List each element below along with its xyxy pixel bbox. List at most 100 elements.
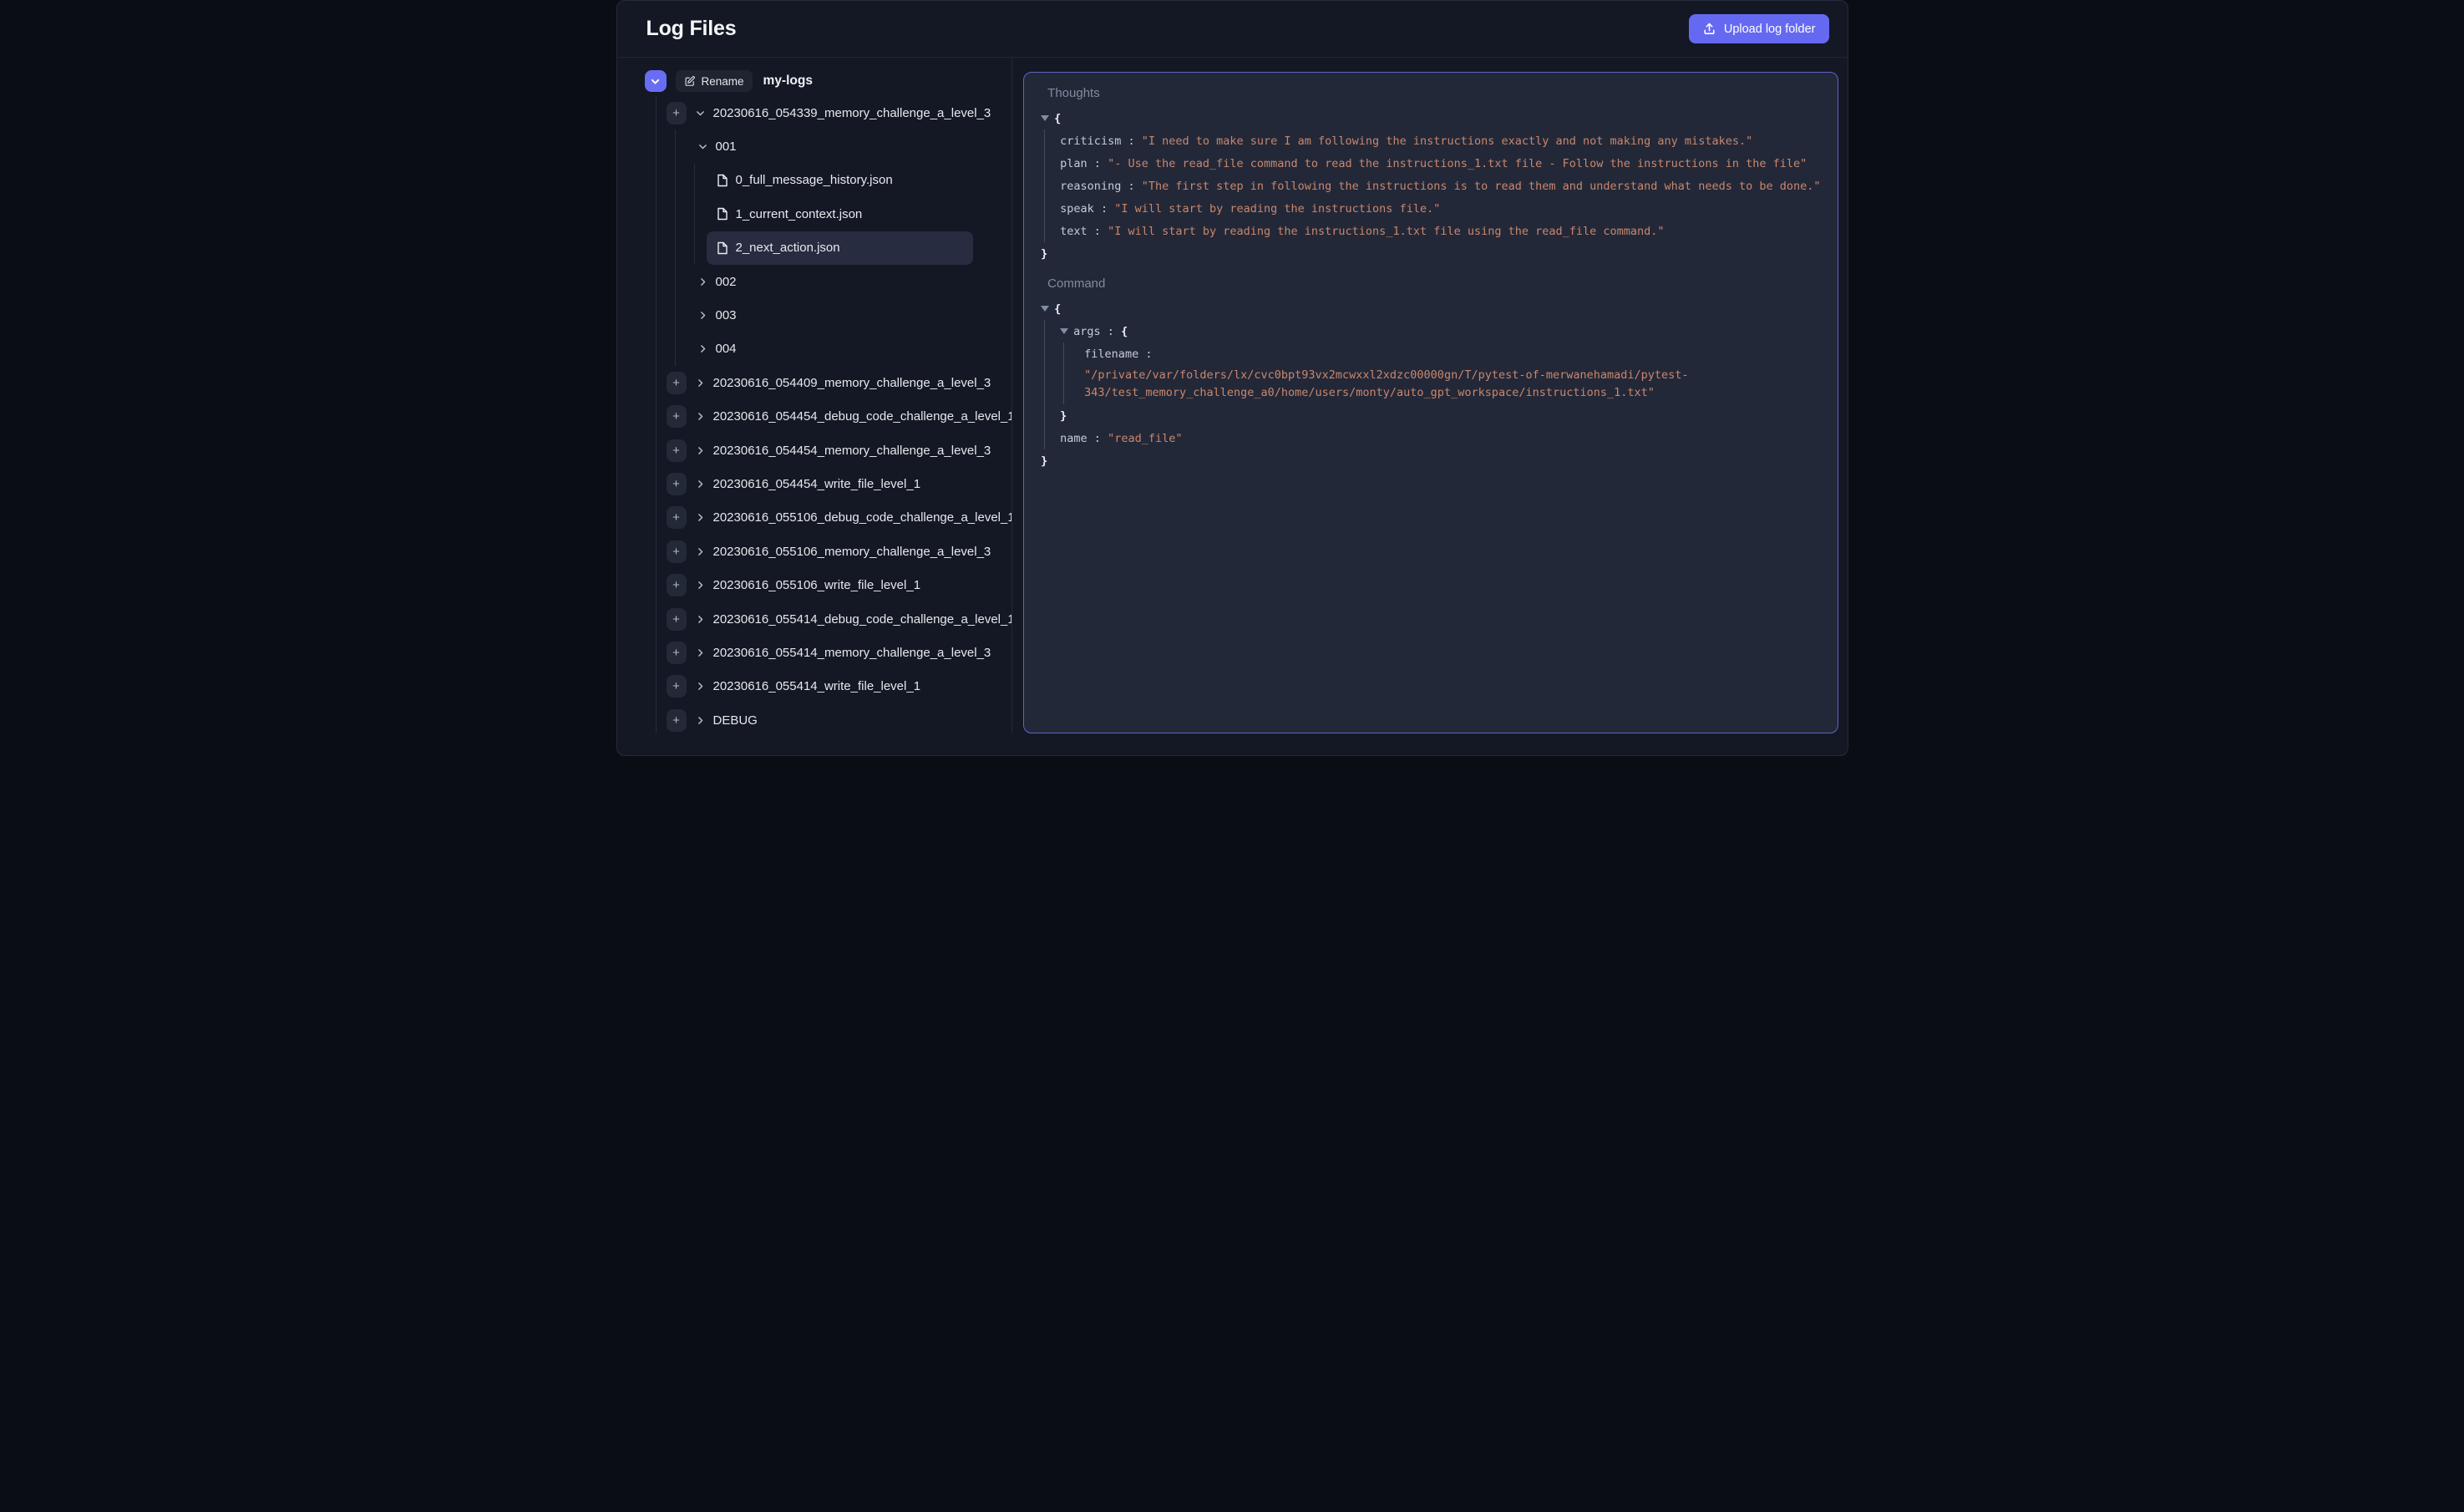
- section-label: Command: [1047, 277, 1820, 291]
- add-annotation-button[interactable]: +: [667, 709, 687, 732]
- json-entry: reasoning : "The first step in following…: [1060, 175, 1820, 197]
- json-value: "I will start by reading the instruction…: [1108, 225, 1664, 238]
- upload-icon: [1702, 22, 1716, 36]
- folder-row[interactable]: +20230616_054409_memory_challenge_a_leve…: [657, 366, 1012, 399]
- close-brace: }: [1041, 454, 1047, 468]
- chevron-right-icon[interactable]: [697, 343, 708, 354]
- add-annotation-button[interactable]: +: [667, 372, 687, 394]
- chevron-down-icon: [650, 76, 661, 87]
- file-row[interactable]: 0_full_message_history.json: [707, 164, 974, 197]
- chevron-right-icon[interactable]: [695, 614, 706, 625]
- add-annotation-button[interactable]: +: [667, 473, 687, 495]
- folder-name: 20230616_055106_write_file_level_1: [713, 578, 921, 592]
- json-key: filename :: [1084, 348, 1158, 361]
- root-folder-name: my-logs: [763, 74, 813, 89]
- json-entry: filename :: [1084, 342, 1820, 365]
- sidebar: Rename my-logs +20230616_054339_memory_c…: [617, 58, 1013, 733]
- folder-row[interactable]: +20230616_054454_write_file_level_1: [657, 467, 1012, 500]
- folder-name: 20230616_055414_write_file_level_1: [713, 679, 921, 693]
- folder-row[interactable]: +20230616_055106_write_file_level_1: [657, 568, 1012, 601]
- rename-button[interactable]: Rename: [676, 70, 753, 92]
- open-brace: {: [1054, 112, 1061, 125]
- chevron-right-icon[interactable]: [695, 378, 706, 388]
- json-open-line: args : {: [1060, 320, 1820, 342]
- folder-name: 20230616_055106_debug_code_challenge_a_l…: [713, 510, 1013, 525]
- json-value: "I need to make sure I am following the …: [1142, 134, 1753, 148]
- chevron-down-icon[interactable]: [697, 141, 708, 152]
- folder-row[interactable]: +20230616_055414_debug_code_challenge_a_…: [657, 602, 1012, 636]
- json-value: "read_file": [1108, 432, 1182, 445]
- json-entry: criticism : "I need to make sure I am fo…: [1060, 129, 1820, 152]
- upload-log-folder-button[interactable]: Upload log folder: [1689, 14, 1829, 43]
- folder-row[interactable]: +20230616_055106_debug_code_challenge_a_…: [657, 501, 1012, 535]
- chevron-right-icon[interactable]: [697, 310, 708, 321]
- chevron-right-icon[interactable]: [695, 479, 706, 490]
- folder-row[interactable]: +20230616_054339_memory_challenge_a_leve…: [657, 96, 1012, 129]
- add-annotation-button[interactable]: +: [667, 439, 687, 462]
- chevron-right-icon[interactable]: [695, 580, 706, 591]
- folder-name: 20230616_054454_write_file_level_1: [713, 477, 921, 491]
- json-value: "I will start by reading the instruction…: [1114, 202, 1440, 216]
- folder-name: 20230616_054454_memory_challenge_a_level…: [713, 444, 991, 458]
- folder-row[interactable]: +20230616_054454_debug_code_challenge_a_…: [657, 400, 1012, 434]
- chevron-right-icon[interactable]: [695, 445, 706, 456]
- json-entry: name : "read_file": [1060, 427, 1820, 449]
- json-entry: plan : "- Use the read_file command to r…: [1060, 152, 1820, 175]
- close-brace: }: [1060, 409, 1067, 423]
- header: Log Files Upload log folder: [617, 1, 1848, 58]
- folder-name: 20230616_055414_debug_code_challenge_a_l…: [713, 612, 1013, 627]
- collapse-triangle-icon[interactable]: [1041, 115, 1049, 121]
- json-entry: text : "I will start by reading the inst…: [1060, 220, 1820, 242]
- folder-row[interactable]: 004: [676, 332, 1012, 366]
- folder-name: 20230616_055106_memory_challenge_a_level…: [713, 545, 991, 559]
- folder-row[interactable]: 001: [676, 129, 1012, 163]
- file-icon: [717, 207, 728, 221]
- add-annotation-button[interactable]: +: [667, 608, 687, 631]
- collapse-triangle-icon[interactable]: [1041, 306, 1049, 312]
- collapse-triangle-icon[interactable]: [1060, 328, 1068, 334]
- json-key: text :: [1060, 225, 1108, 238]
- file-name: 1_current_context.json: [736, 207, 863, 221]
- json-viewer: { criticism : "I need to make sure I am f…: [1041, 107, 1820, 265]
- folder-row[interactable]: +20230616_055414_write_file_level_1: [657, 670, 1012, 703]
- chevron-down-icon[interactable]: [695, 108, 706, 119]
- add-annotation-button[interactable]: +: [667, 506, 687, 529]
- add-annotation-button[interactable]: +: [667, 642, 687, 664]
- close-brace: }: [1041, 247, 1047, 261]
- folder-children: 0_full_message_history.json 1_current_con…: [694, 164, 1012, 265]
- file-row-selected[interactable]: 2_next_action.json: [707, 231, 974, 265]
- file-name: 0_full_message_history.json: [736, 173, 893, 187]
- json-close-line: }: [1060, 404, 1820, 427]
- folder-row[interactable]: +20230616_055414_memory_challenge_a_leve…: [657, 636, 1012, 669]
- add-annotation-button[interactable]: +: [667, 540, 687, 563]
- add-annotation-button[interactable]: +: [667, 574, 687, 596]
- chevron-right-icon[interactable]: [695, 681, 706, 692]
- chevron-right-icon[interactable]: [695, 411, 706, 422]
- json-value: "/private/var/folders/lx/cvc0bpt93vx2mcw…: [1084, 365, 1711, 404]
- folder-row[interactable]: 003: [676, 298, 1012, 332]
- json-value: "- Use the read_file command to read the…: [1108, 157, 1807, 170]
- folder-row[interactable]: 002: [676, 265, 1012, 298]
- folder-name: DEBUG: [713, 713, 758, 728]
- root-row: Rename my-logs: [645, 69, 1012, 93]
- folder-row[interactable]: +20230616_054454_memory_challenge_a_leve…: [657, 434, 1012, 467]
- json-key: criticism :: [1060, 134, 1142, 148]
- add-annotation-button[interactable]: +: [667, 102, 687, 124]
- add-annotation-button[interactable]: +: [667, 405, 687, 428]
- root-collapse-button[interactable]: [645, 70, 667, 92]
- chevron-right-icon[interactable]: [697, 277, 708, 287]
- app-container: Log Files Upload log folder: [616, 0, 1848, 756]
- folder-row[interactable]: +20230616_055106_memory_challenge_a_leve…: [657, 535, 1012, 568]
- folder-row[interactable]: + DEBUG: [657, 703, 1012, 733]
- file-row[interactable]: 1_current_context.json: [707, 197, 974, 231]
- chevron-right-icon[interactable]: [695, 512, 706, 523]
- chevron-right-icon[interactable]: [695, 715, 706, 726]
- json-key: speak :: [1060, 202, 1114, 216]
- add-annotation-button[interactable]: +: [667, 675, 687, 698]
- chevron-right-icon[interactable]: [695, 546, 706, 557]
- chevron-right-icon[interactable]: [695, 647, 706, 658]
- json-close-line: }: [1041, 242, 1820, 265]
- page-title: Log Files: [646, 17, 737, 41]
- json-children: filename : "/private/var/folders/lx/cvc0…: [1063, 342, 1820, 404]
- json-close-line: }: [1041, 449, 1820, 472]
